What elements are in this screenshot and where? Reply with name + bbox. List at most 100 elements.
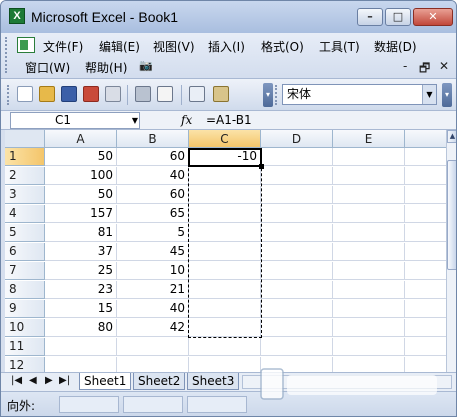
title-bar[interactable]: X Microsoft Excel - Book1 – □ ✕ (1, 1, 456, 33)
cell-d1[interactable] (261, 148, 333, 166)
cell-d11[interactable] (261, 338, 333, 356)
cell-c3[interactable] (189, 186, 261, 204)
cell-c6[interactable] (189, 243, 261, 261)
row-header-7[interactable]: 7 (5, 262, 45, 280)
workbook-icon[interactable] (17, 37, 35, 53)
formatting-toolbar-grip[interactable] (275, 85, 278, 105)
menu-tools[interactable]: 工具(T) (319, 38, 360, 55)
sheet-tab-sheet2[interactable]: Sheet2 (133, 373, 186, 390)
cell-e7[interactable] (333, 262, 405, 280)
row-header-6[interactable]: 6 (5, 243, 45, 261)
cell-e2[interactable] (333, 167, 405, 185)
maximize-button[interactable]: □ (385, 8, 411, 26)
cell-e3[interactable] (333, 186, 405, 204)
cell-c9[interactable] (189, 300, 261, 318)
cell-d4[interactable] (261, 205, 333, 223)
new-icon[interactable] (17, 86, 33, 102)
cell-c12[interactable] (189, 357, 261, 372)
cell-f11[interactable] (405, 338, 446, 356)
cell-f10[interactable] (405, 319, 446, 337)
cell-f2[interactable] (405, 167, 446, 185)
minimize-button[interactable]: – (357, 8, 383, 26)
cell-c8[interactable] (189, 281, 261, 299)
menu-grip[interactable] (5, 37, 8, 73)
cell-f6[interactable] (405, 243, 446, 261)
prev-sheet-icon[interactable]: ◀ (29, 375, 37, 386)
cell-b12[interactable] (117, 357, 189, 372)
cell-e4[interactable] (333, 205, 405, 223)
cell-e9[interactable] (333, 300, 405, 318)
cell-d5[interactable] (261, 224, 333, 242)
scroll-up-icon[interactable]: ▲ (447, 130, 456, 143)
chevron-down-icon[interactable]: ▼ (422, 85, 436, 104)
sheet-tab-sheet3[interactable]: Sheet3 (187, 373, 240, 390)
cell-c1[interactable]: -10 (189, 148, 261, 166)
cell-e11[interactable] (333, 338, 405, 356)
cell-b3[interactable]: 60 (117, 186, 189, 204)
cell-b2[interactable]: 40 (117, 167, 189, 185)
font-name-select[interactable]: 宋体 ▼ (282, 84, 437, 105)
cell-f12[interactable] (405, 357, 446, 372)
cell-f9[interactable] (405, 300, 446, 318)
fill-handle[interactable] (259, 164, 264, 169)
cell-e12[interactable] (333, 357, 405, 372)
cell-f5[interactable] (405, 224, 446, 242)
cell-f8[interactable] (405, 281, 446, 299)
cell-a7[interactable]: 25 (45, 262, 117, 280)
open-icon[interactable] (39, 86, 55, 102)
row-header-12[interactable]: 12 (5, 357, 45, 372)
row-header-3[interactable]: 3 (5, 186, 45, 204)
cell-b8[interactable]: 21 (117, 281, 189, 299)
menu-view[interactable]: 视图(V) (153, 38, 195, 55)
formula-input[interactable]: =A1-B1 (206, 113, 252, 127)
column-header-d[interactable]: D (261, 130, 333, 148)
cell-e5[interactable] (333, 224, 405, 242)
cell-c2[interactable] (189, 167, 261, 185)
toolbar-grip[interactable] (7, 85, 10, 105)
doc-restore-button[interactable]: 🗗 (419, 59, 430, 80)
horizontal-scrollbar[interactable] (242, 375, 452, 389)
row-header-4[interactable]: 4 (5, 205, 45, 223)
menu-format[interactable]: 格式(O) (261, 38, 304, 55)
cell-d7[interactable] (261, 262, 333, 280)
cell-f7[interactable] (405, 262, 446, 280)
print-icon[interactable] (135, 86, 151, 102)
cell-d8[interactable] (261, 281, 333, 299)
cell-d3[interactable] (261, 186, 333, 204)
email-icon[interactable] (105, 86, 121, 102)
row-header-8[interactable]: 8 (5, 281, 45, 299)
excel-app-icon[interactable]: X (9, 8, 25, 24)
close-button[interactable]: ✕ (413, 8, 453, 26)
menu-help[interactable]: 帮助(H) (85, 59, 127, 76)
cell-b5[interactable]: 5 (117, 224, 189, 242)
cell-d12[interactable] (261, 357, 333, 372)
cell-a11[interactable] (45, 338, 117, 356)
menu-insert[interactable]: 插入(I) (208, 38, 245, 55)
cell-d9[interactable] (261, 300, 333, 318)
chevron-down-icon[interactable]: ▼ (127, 113, 143, 128)
cell-c11[interactable] (189, 338, 261, 356)
menu-data[interactable]: 数据(D) (374, 38, 417, 55)
vertical-scrollbar[interactable]: ▲ (446, 130, 456, 372)
column-header-b[interactable]: B (117, 130, 189, 148)
cell-b11[interactable] (117, 338, 189, 356)
cell-a5[interactable]: 81 (45, 224, 117, 242)
cell-a9[interactable]: 15 (45, 300, 117, 318)
last-sheet-icon[interactable]: ▶| (59, 375, 70, 386)
cell-a4[interactable]: 157 (45, 205, 117, 223)
cell-e1[interactable] (333, 148, 405, 166)
print-preview-icon[interactable] (157, 86, 173, 102)
cell-e8[interactable] (333, 281, 405, 299)
insert-function-button[interactable]: fx (181, 113, 192, 127)
cell-f1[interactable] (405, 148, 446, 166)
sheet-tab-sheet1[interactable]: Sheet1 (79, 373, 132, 390)
cell-b7[interactable]: 10 (117, 262, 189, 280)
cell-a6[interactable]: 37 (45, 243, 117, 261)
menu-file[interactable]: 文件(F) (43, 38, 83, 55)
cell-c10[interactable] (189, 319, 261, 337)
cell-a1[interactable]: 50 (45, 148, 117, 166)
row-header-2[interactable]: 2 (5, 167, 45, 185)
spelling-icon[interactable] (189, 86, 205, 102)
research-icon[interactable] (213, 86, 229, 102)
select-all-button[interactable] (5, 130, 45, 148)
